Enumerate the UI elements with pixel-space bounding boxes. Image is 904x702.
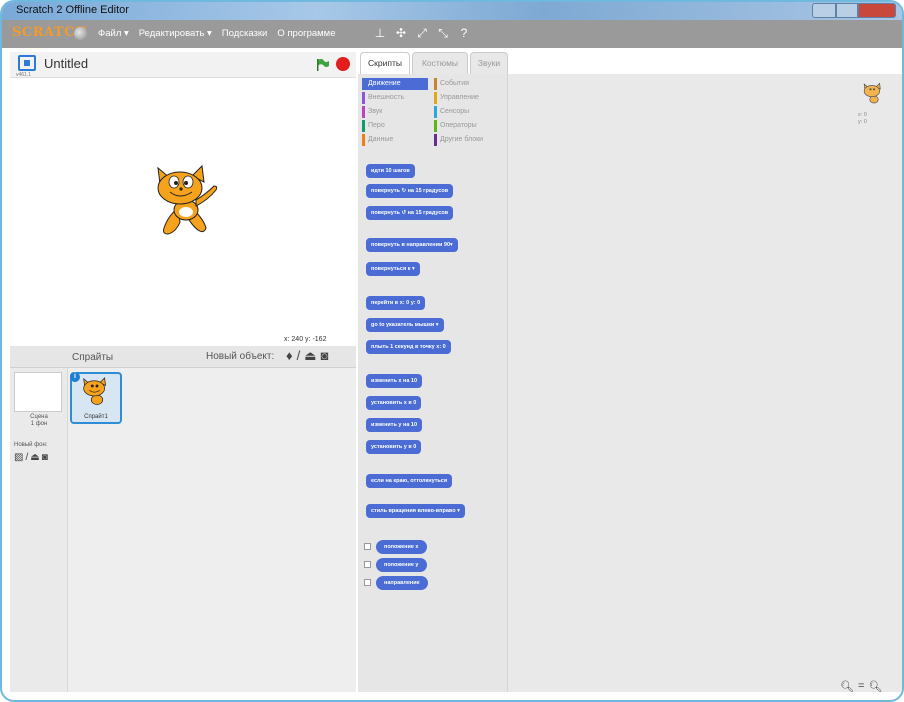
project-title[interactable]: Untitled [44,56,88,71]
new-sprite-tools: ♦ / ⏏ ◙ [286,348,328,364]
block-turn-left[interactable]: повернуть ↺ на 15 градусов [366,206,454,220]
paint-brush-icon[interactable]: / [25,452,28,463]
stop-icon[interactable] [336,57,350,71]
zoom-reset-icon[interactable]: = [858,680,864,693]
reporter-direction[interactable]: направление [376,576,428,590]
camera-icon[interactable]: ◙ [42,452,48,463]
reporter-x-position[interactable]: положение x [376,540,427,554]
maximize-button[interactable] [836,3,858,18]
stage-column: Сцена 1 фон Новый фон: ▨ / ⏏ ◙ [10,368,68,692]
shrink-icon[interactable]: ⤡ [437,26,449,41]
checkbox-x-position[interactable] [364,543,371,550]
block-set-y[interactable]: установить y в 0 [366,440,422,454]
new-backdrop-tools: ▨ / ⏏ ◙ [14,452,48,463]
category-events[interactable]: События [434,78,500,90]
presentation-mode-icon[interactable] [18,55,36,71]
category-more-blocks[interactable]: Другие блоки [434,134,500,146]
duplicate-icon[interactable]: ⊥ [374,26,386,41]
menu-tips[interactable]: Подсказки [222,28,268,39]
window-controls [812,3,896,18]
sprites-title: Спрайты [72,352,114,363]
block-point-direction[interactable]: повернуть в направлении 90▾ [366,238,458,252]
toolbar-tools: ⊥ ✣ ⤢ ⤡ ? [374,26,470,41]
menu-file[interactable]: Файл ▾ [98,28,129,39]
sprite-name: Спрайт1 [84,414,108,420]
block-glide[interactable]: плыть 1 секунд в точку x: 0 [366,340,451,354]
cat-sprite-icon[interactable] [146,164,226,244]
camera-icon[interactable]: ◙ [321,348,329,364]
checkbox-y-position[interactable] [364,561,371,568]
zoom-out-icon[interactable]: 🔍︎ [840,680,854,693]
paint-brush-icon[interactable]: / [297,348,301,364]
stage-header: v461.1 Untitled [10,52,356,78]
block-rotation-style[interactable]: стиль вращения влево-вправо ▾ [366,504,465,518]
new-backdrop-label: Новый фон: [14,442,48,448]
window-title: Scratch 2 Offline Editor [16,4,129,16]
block-change-x[interactable]: изменить x на 10 [366,374,423,388]
block-goto-xy[interactable]: перейти в x: 0 y: 0 [366,296,426,310]
tab-scripts[interactable]: Скрипты [360,52,410,74]
script-area[interactable] [508,74,902,692]
sprite-library-icon[interactable]: ♦ [286,348,293,364]
editor-tabs: Скрипты Костюмы Звуки [358,52,508,74]
tab-sounds[interactable]: Звуки [470,52,508,74]
language-globe-icon[interactable] [74,27,87,40]
category-pen[interactable]: Перо [362,120,428,132]
green-flag-icon[interactable] [316,58,330,72]
close-button[interactable] [858,3,896,18]
category-looks[interactable]: Внешность [362,92,428,104]
category-sound[interactable]: Звук [362,106,428,118]
new-sprite-label: Новый объект: [206,351,275,362]
stage-canvas[interactable] [10,78,356,336]
block-point-towards[interactable]: повернуться к ▾ [366,262,420,276]
cat-sprite-icon [83,377,106,405]
category-control[interactable]: Управление [434,92,500,104]
block-change-y[interactable]: изменить y на 10 [366,418,423,432]
sprite-position-info: x: 0 y: 0 [858,112,867,125]
upload-icon[interactable]: ⏏ [30,452,39,463]
menu-edit[interactable]: Редактировать ▾ [139,28,212,39]
cat-sprite-icon [863,82,881,104]
tab-costumes[interactable]: Костюмы [412,52,468,74]
sprite-tile[interactable]: i Спрайт1 [70,372,122,424]
block-goto-target[interactable]: go to указатель мышки ▾ [366,318,444,332]
sprite-pane: Спрайты Новый объект: ♦ / ⏏ ◙ Сцена 1 фо… [10,346,356,692]
category-motion[interactable]: Движение [362,78,428,90]
reporter-y-position[interactable]: положение y [376,558,427,572]
checkbox-direction[interactable] [364,579,371,586]
minimize-button[interactable] [812,3,836,18]
category-operators[interactable]: Операторы [434,120,500,132]
zoom-controls: 🔍︎ = 🔍︎ [840,680,882,693]
block-bounce[interactable]: если на краю, оттолкнуться [366,474,453,488]
stage-label: Сцена 1 фон [30,414,48,427]
block-move-steps[interactable]: идти 10 шагов [366,164,415,178]
sprite-pane-header: Спрайты Новый объект: ♦ / ⏏ ◙ [10,346,356,368]
block-turn-right[interactable]: повернуть ↻ на 15 градусов [366,184,454,198]
stage-thumbnail[interactable] [14,372,62,412]
delete-icon[interactable]: ✣ [395,26,407,41]
block-set-x[interactable]: установить x в 0 [366,396,422,410]
menu-about[interactable]: О программе [277,28,335,39]
help-icon[interactable]: ? [458,26,470,41]
category-list: Движение События Внешность Управление Зв… [362,78,504,154]
window-titlebar: Scratch 2 Offline Editor [2,2,902,20]
category-data[interactable]: Данные [362,134,428,146]
app-frame: Scratch 2 Offline Editor SCRATCH Файл ▾ … [0,0,904,702]
upload-icon[interactable]: ⏏ [304,348,316,364]
grow-icon[interactable]: ⤢ [416,26,428,41]
menu-list: Файл ▾ Редактировать ▾ Подсказки О прогр… [98,28,335,39]
zoom-in-icon[interactable]: 🔍︎ [868,680,882,693]
mouse-coordinates: x: 240 y: -162 [284,336,327,343]
menubar: SCRATCH Файл ▾ Редактировать ▾ Подсказки… [2,20,902,48]
block-palette: Движение События Внешность Управление Зв… [358,74,508,692]
backdrop-library-icon[interactable]: ▨ [14,452,23,463]
category-sensing[interactable]: Сенсоры [434,106,500,118]
